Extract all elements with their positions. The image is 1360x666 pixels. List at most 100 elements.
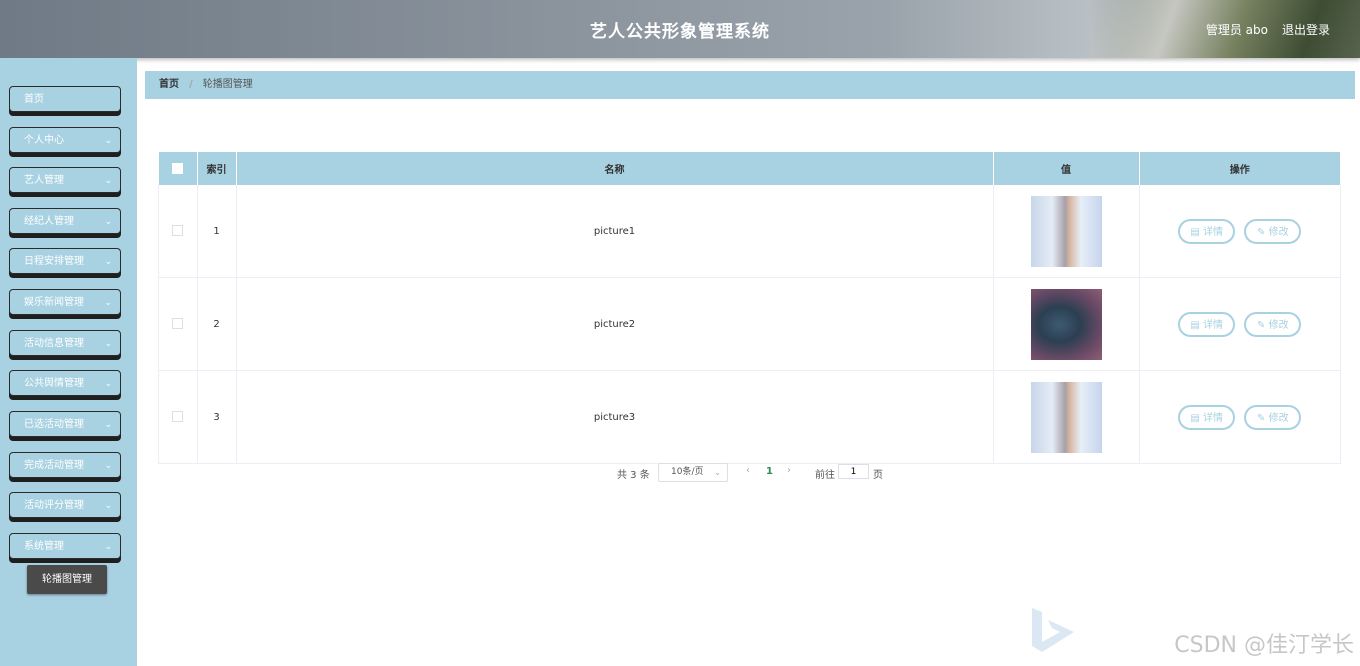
chevron-down-icon: ⌄	[104, 136, 112, 146]
row-name: picture2	[236, 277, 994, 371]
document-icon: ▤	[1190, 226, 1200, 238]
edit-button[interactable]: ✎ 修改	[1244, 311, 1302, 337]
detail-button-label: 详情	[1202, 319, 1223, 331]
row-index: 2	[197, 277, 237, 371]
column-header-name: 名称	[236, 152, 994, 185]
page-number-current[interactable]: 1	[766, 466, 773, 477]
sidebar-item-news[interactable]: 娱乐新闻管理 ⌄	[9, 289, 121, 315]
sidebar-item-label: 日程安排管理	[24, 256, 84, 267]
sidebar-item-label: 活动信息管理	[24, 338, 84, 349]
sidebar-item-label: 完成活动管理	[24, 460, 84, 471]
portrait-thumbnail-image[interactable]	[1030, 195, 1102, 267]
edit-button-label: 修改	[1268, 319, 1289, 331]
row-actions: ▤ 详情 ✎ 修改	[1139, 277, 1341, 371]
goto-page-suffix: 页	[873, 470, 883, 481]
edit-button[interactable]: ✎ 修改	[1244, 218, 1302, 244]
sidebar-subitem-carousel[interactable]: 轮播图管理	[27, 565, 107, 594]
dark-round-thumbnail-image[interactable]	[1030, 288, 1102, 360]
chevron-down-icon: ⌄	[104, 379, 112, 389]
column-header-actions: 操作	[1139, 152, 1341, 185]
next-page-button[interactable]: ›	[787, 465, 791, 476]
row-value	[993, 370, 1140, 464]
sidebar-item-system[interactable]: 系统管理 ⌄	[9, 533, 121, 559]
chevron-down-icon: ⌄	[104, 461, 112, 471]
sidebar-item-label: 艺人管理	[24, 175, 64, 186]
edit-button-label: 修改	[1268, 412, 1289, 424]
chevron-down-icon: ⌄	[714, 468, 721, 477]
chevron-down-icon: ⌄	[104, 217, 112, 227]
sidebar-item-public-opinion[interactable]: 公共舆情管理 ⌄	[9, 370, 121, 396]
sidebar-item-home[interactable]: 首页	[9, 86, 121, 112]
column-header-value: 值	[993, 152, 1140, 185]
sidebar-item-completed-activity[interactable]: 完成活动管理 ⌄	[9, 452, 121, 478]
portrait-thumbnail-image[interactable]	[1030, 381, 1102, 453]
row-value	[993, 277, 1140, 371]
sidebar-item-label: 活动评分管理	[24, 500, 84, 511]
row-checkbox[interactable]	[172, 411, 184, 423]
select-all-checkbox[interactable]	[172, 162, 183, 174]
sidebar-item-label: 首页	[24, 94, 44, 105]
chevron-down-icon: ⌄	[104, 298, 112, 308]
row-index: 1	[197, 185, 237, 278]
page-size-value: 10条/页	[671, 467, 704, 477]
row-actions: ▤ 详情 ✎ 修改	[1139, 185, 1341, 278]
logout-link[interactable]: 退出登录	[1282, 21, 1330, 38]
sidebar-item-label: 个人中心	[24, 135, 64, 146]
select-all-cell	[158, 152, 198, 185]
prev-page-button[interactable]: ‹	[746, 465, 750, 476]
detail-button-label: 详情	[1202, 412, 1223, 424]
app-title: 艺人公共形象管理系统	[590, 22, 770, 42]
pagination-total: 共 3 条	[617, 470, 650, 481]
carousel-table: 索引 名称 值 操作 1 picture1 ▤ 详情 ✎ 修改 2 pictur…	[158, 152, 1341, 464]
watermark-text: CSDN @佳汀学长	[1174, 633, 1354, 658]
row-checkbox[interactable]	[172, 318, 184, 330]
edit-button-label: 修改	[1268, 226, 1289, 238]
row-actions: ▤ 详情 ✎ 修改	[1139, 370, 1341, 464]
detail-button[interactable]: ▤ 详情	[1178, 218, 1236, 244]
column-header-index: 索引	[197, 152, 237, 185]
sidebar-item-activity-rating[interactable]: 活动评分管理 ⌄	[9, 492, 121, 518]
row-select-cell	[158, 370, 198, 464]
pencil-icon: ✎	[1257, 412, 1266, 424]
bing-logo-icon	[1032, 608, 1074, 652]
breadcrumb-separator: /	[189, 79, 193, 90]
page-size-select[interactable]: 10条/页 ⌄	[658, 463, 728, 482]
breadcrumb: 首页 / 轮播图管理	[145, 71, 1355, 99]
chevron-down-icon: ⌄	[104, 339, 112, 349]
row-name: picture1	[236, 185, 994, 278]
pencil-icon: ✎	[1257, 226, 1266, 238]
breadcrumb-current: 轮播图管理	[202, 79, 253, 90]
chevron-down-icon: ⌄	[104, 501, 112, 511]
goto-label: 前往	[815, 470, 835, 481]
chevron-down-icon: ⌄	[104, 176, 112, 186]
table-header-row: 索引 名称 值 操作	[158, 152, 1341, 185]
breadcrumb-home[interactable]: 首页	[159, 79, 179, 90]
pencil-icon: ✎	[1257, 319, 1266, 331]
sidebar-item-selected-activity[interactable]: 已选活动管理 ⌄	[9, 411, 121, 437]
chevron-down-icon: ⌄	[104, 542, 112, 552]
row-checkbox[interactable]	[172, 225, 184, 237]
sidebar-item-label: 系统管理	[24, 541, 64, 552]
row-value	[993, 185, 1140, 278]
edit-button[interactable]: ✎ 修改	[1244, 404, 1302, 430]
sidebar-item-schedule[interactable]: 日程安排管理 ⌄	[9, 248, 121, 274]
sidebar-item-label: 经纪人管理	[24, 216, 74, 227]
sidebar-item-activity-info[interactable]: 活动信息管理 ⌄	[9, 330, 121, 356]
chevron-down-icon: ⌄	[104, 420, 112, 430]
detail-button[interactable]: ▤ 详情	[1178, 404, 1236, 430]
row-select-cell	[158, 277, 198, 371]
table-row: 1 picture1 ▤ 详情 ✎ 修改	[158, 185, 1341, 278]
chevron-down-icon: ⌄	[104, 257, 112, 267]
current-user: 管理员 abo	[1205, 23, 1268, 37]
sidebar-item-artist[interactable]: 艺人管理 ⌄	[9, 167, 121, 193]
document-icon: ▤	[1190, 319, 1200, 331]
row-select-cell	[158, 185, 198, 278]
sidebar-item-label: 娱乐新闻管理	[24, 297, 84, 308]
detail-button-label: 详情	[1202, 226, 1223, 238]
detail-button[interactable]: ▤ 详情	[1178, 311, 1236, 337]
table-row: 2 picture2 ▤ 详情 ✎ 修改	[158, 277, 1341, 371]
goto-page-input[interactable]	[838, 464, 869, 479]
sidebar-item-agent[interactable]: 经纪人管理 ⌄	[9, 208, 121, 234]
row-index: 3	[197, 370, 237, 464]
sidebar-item-personal-center[interactable]: 个人中心 ⌄	[9, 127, 121, 153]
